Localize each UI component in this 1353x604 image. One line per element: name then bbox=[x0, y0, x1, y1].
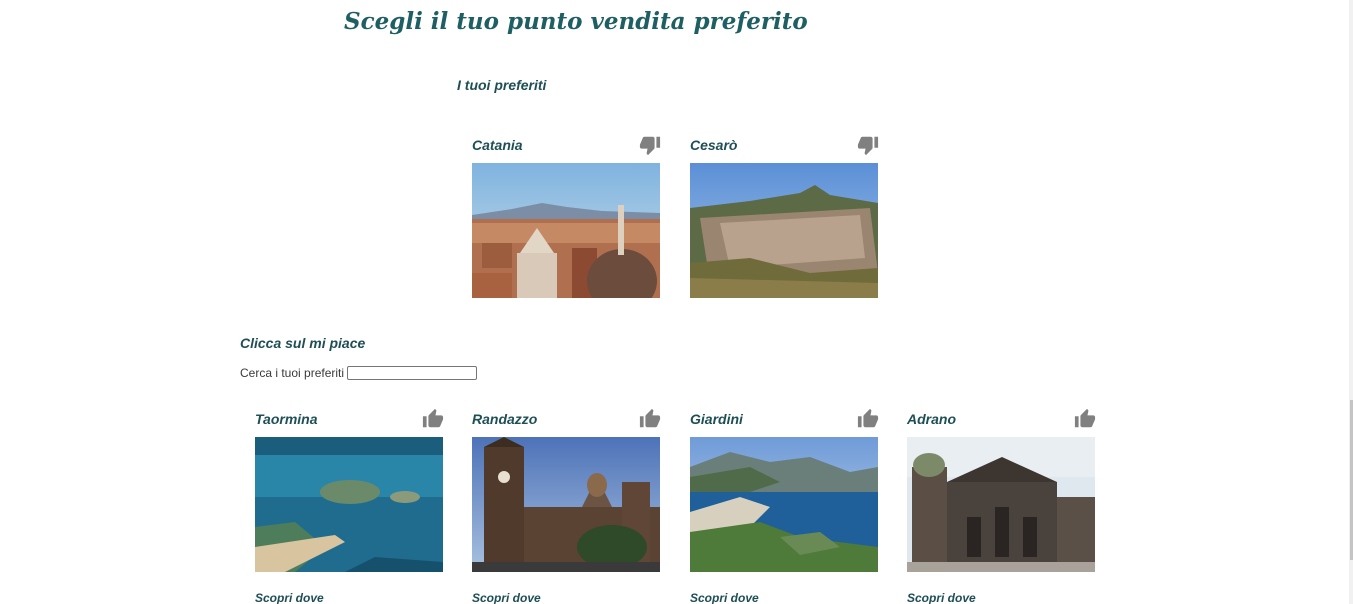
card-header: Adrano bbox=[907, 406, 1097, 432]
search-label: Cerca i tuoi preferiti bbox=[240, 366, 345, 380]
thumbs-up-icon[interactable] bbox=[1073, 407, 1097, 431]
thumbs-up-icon[interactable] bbox=[856, 407, 880, 431]
explore-heading: Clicca sul mi piace bbox=[240, 335, 366, 351]
store-card-taormina: Taormina Scopri dove bbox=[255, 406, 445, 604]
card-header: Catania bbox=[472, 132, 662, 158]
card-title: Cesarò bbox=[690, 137, 738, 153]
page: Scegli il tuo punto vendita preferito I … bbox=[0, 0, 1353, 604]
card-header: Randazzo bbox=[472, 406, 662, 432]
scopri-dove-link[interactable]: Scopri dove bbox=[907, 591, 1095, 604]
card-title: Giardini bbox=[690, 411, 743, 427]
favorite-card-cesaro: Cesarò bbox=[690, 132, 880, 298]
card-title: Randazzo bbox=[472, 411, 538, 427]
scopri-dove-link[interactable]: Scopri dove bbox=[255, 591, 443, 604]
thumbs-down-icon[interactable] bbox=[638, 133, 662, 157]
scopri-dove-link[interactable]: Scopri dove bbox=[472, 591, 660, 604]
card-header: Taormina bbox=[255, 406, 445, 432]
favorite-card-catania: Catania bbox=[472, 132, 662, 298]
store-card-randazzo: Randazzo Scopri dove bbox=[472, 406, 662, 604]
store-card-giardini: Giardini Scopri dove bbox=[690, 406, 880, 604]
thumbs-down-icon[interactable] bbox=[856, 133, 880, 157]
adrano-photo[interactable] bbox=[907, 437, 1095, 572]
cesaro-photo[interactable] bbox=[690, 163, 878, 298]
page-title: Scegli il tuo punto vendita preferito bbox=[344, 8, 808, 35]
card-title: Catania bbox=[472, 137, 523, 153]
giardini-photo[interactable] bbox=[690, 437, 878, 572]
card-header: Giardini bbox=[690, 406, 880, 432]
randazzo-photo[interactable] bbox=[472, 437, 660, 572]
thumbs-up-icon[interactable] bbox=[421, 407, 445, 431]
store-card-adrano: Adrano Scopri dove bbox=[907, 406, 1097, 604]
card-title: Taormina bbox=[255, 411, 318, 427]
scopri-dove-link[interactable]: Scopri dove bbox=[690, 591, 878, 604]
page-scrollbar[interactable] bbox=[1349, 0, 1353, 604]
search-input[interactable] bbox=[347, 366, 478, 380]
catania-photo[interactable] bbox=[472, 163, 660, 298]
favorites-heading: I tuoi preferiti bbox=[457, 77, 547, 93]
card-header: Cesarò bbox=[690, 132, 880, 158]
search-row: Cerca i tuoi preferiti bbox=[240, 366, 478, 380]
thumbs-up-icon[interactable] bbox=[638, 407, 662, 431]
taormina-photo[interactable] bbox=[255, 437, 443, 572]
card-title: Adrano bbox=[907, 411, 956, 427]
